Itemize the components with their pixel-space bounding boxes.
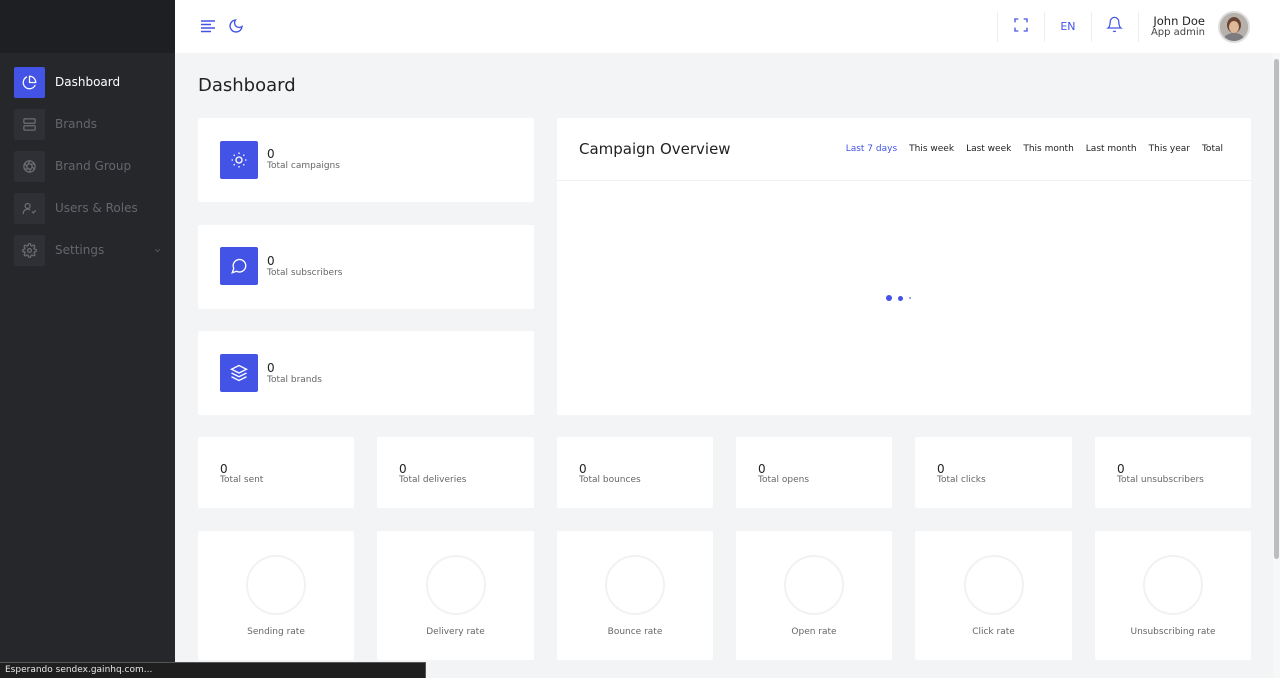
rate-card-delivery: Delivery rate <box>377 531 534 660</box>
total-value: 0 <box>579 462 587 476</box>
sidebar-item-brand-group[interactable]: Brand Group <box>14 150 164 182</box>
pie-chart-icon <box>14 66 45 98</box>
page-title: Dashboard <box>198 75 296 96</box>
sidebar-item-brands[interactable]: Brands <box>14 108 164 140</box>
page-scrollbar[interactable] <box>1273 53 1280 678</box>
fullscreen-button[interactable] <box>998 0 1044 53</box>
rate-gauge <box>425 555 486 615</box>
loading-indicator <box>886 295 911 301</box>
filter-this-month[interactable]: This month <box>1023 144 1073 154</box>
filter-this-year[interactable]: This year <box>1149 144 1190 154</box>
layers-icon <box>220 354 258 392</box>
period-filter-tabs: Last 7 days This week Last week This mon… <box>846 144 1223 154</box>
scrollbar-thumb[interactable] <box>1274 59 1279 559</box>
campaign-overview-title: Campaign Overview <box>579 140 731 158</box>
total-card-opens: 0 Total opens <box>736 437 892 508</box>
total-value: 0 <box>758 462 766 476</box>
sidebar-item-dashboard[interactable]: Dashboard <box>14 66 164 98</box>
user-name: John Doe <box>1153 13 1205 28</box>
filter-last-month[interactable]: Last month <box>1086 144 1137 154</box>
rate-card-unsubscribing: Unsubscribing rate <box>1095 531 1251 660</box>
rate-gauge <box>784 555 844 615</box>
filter-this-week[interactable]: This week <box>909 144 954 154</box>
sidebar: Dashboard Brands Brand Group Users & Rol… <box>0 0 175 678</box>
total-label: Total clicks <box>937 475 986 485</box>
loader-dot <box>886 295 892 301</box>
total-value: 0 <box>399 462 407 476</box>
rate-label: Open rate <box>791 627 837 637</box>
language-label: EN <box>1060 20 1076 33</box>
filter-last-7-days[interactable]: Last 7 days <box>846 144 897 154</box>
sidebar-item-label: Brands <box>55 117 97 131</box>
stat-label: Total campaigns <box>267 161 340 171</box>
campaign-overview-card: Campaign Overview Last 7 days This week … <box>557 118 1251 415</box>
bell-icon <box>1106 16 1124 37</box>
total-card-sent: 0 Total sent <box>198 437 354 508</box>
total-label: Total opens <box>758 475 810 485</box>
sidebar-nav: Dashboard Brands Brand Group Users & Rol… <box>0 53 175 266</box>
stat-card-campaigns: 0 Total campaigns <box>198 118 534 202</box>
total-card-deliveries: 0 Total deliveries <box>377 437 534 508</box>
sidebar-item-users-roles[interactable]: Users & Roles <box>14 192 164 224</box>
rate-label: Delivery rate <box>426 627 485 637</box>
aperture-icon <box>14 150 45 182</box>
filter-total[interactable]: Total <box>1202 144 1223 154</box>
stat-value: 0 <box>267 254 275 268</box>
rate-card-click: Click rate <box>915 531 1072 660</box>
total-value: 0 <box>1117 462 1125 476</box>
rate-card-bounce: Bounce rate <box>557 531 713 660</box>
total-label: Total unsubscribers <box>1117 475 1204 485</box>
user-check-icon <box>14 192 45 224</box>
loader-dot <box>898 295 903 301</box>
moon-icon[interactable] <box>227 17 245 35</box>
language-selector[interactable]: EN <box>1045 0 1091 53</box>
rate-gauge <box>1143 555 1203 615</box>
avatar[interactable] <box>1218 10 1250 43</box>
sun-icon <box>220 141 258 179</box>
user-role: App admin <box>1150 26 1205 38</box>
sidebar-item-label: Settings <box>55 243 105 257</box>
total-card-bounces: 0 Total bounces <box>557 437 713 508</box>
chevron-down-icon[interactable] <box>152 245 162 255</box>
gear-icon <box>14 234 45 266</box>
message-circle-icon <box>220 247 258 285</box>
server-icon <box>14 108 45 140</box>
rate-card-sending: Sending rate <box>198 531 354 660</box>
total-value: 0 <box>937 462 945 476</box>
total-label: Total bounces <box>579 475 641 485</box>
rate-gauge <box>246 555 306 615</box>
rate-label: Click rate <box>972 627 1015 637</box>
stat-label: Total subscribers <box>267 268 343 278</box>
user-menu[interactable]: John Doe App admin <box>1139 10 1280 43</box>
browser-status-bar: Esperando sendex.gainhq.com... <box>0 662 426 678</box>
fullscreen-icon <box>1013 17 1029 37</box>
sidebar-logo-area <box>0 0 175 53</box>
rate-gauge <box>605 555 665 615</box>
top-header: EN John Doe App admin <box>175 0 1280 53</box>
stat-value: 0 <box>267 361 275 375</box>
sidebar-item-label: Brand Group <box>55 159 132 173</box>
card-divider <box>557 180 1251 181</box>
total-card-clicks: 0 Total clicks <box>915 437 1072 508</box>
stat-value: 0 <box>267 147 275 161</box>
rate-gauge <box>963 555 1024 615</box>
filter-last-week[interactable]: Last week <box>966 144 1011 154</box>
total-card-unsubscribers: 0 Total unsubscribers <box>1095 437 1251 508</box>
menu-icon[interactable] <box>199 17 217 35</box>
rate-label: Unsubscribing rate <box>1130 627 1216 637</box>
sidebar-item-label: Users & Roles <box>55 201 138 215</box>
sidebar-item-label: Dashboard <box>55 75 121 89</box>
rate-card-open: Open rate <box>736 531 892 660</box>
stat-card-brands: 0 Total brands <box>198 331 534 415</box>
loader-dot <box>909 297 911 299</box>
total-label: Total sent <box>220 475 264 485</box>
sidebar-item-settings[interactable]: Settings <box>14 234 164 266</box>
rate-label: Bounce rate <box>607 627 663 637</box>
rate-label: Sending rate <box>247 627 305 637</box>
stat-label: Total brands <box>267 375 322 385</box>
notifications-button[interactable] <box>1092 0 1138 53</box>
total-label: Total deliveries <box>399 475 467 485</box>
total-value: 0 <box>220 462 228 476</box>
stat-card-subscribers: 0 Total subscribers <box>198 225 534 309</box>
